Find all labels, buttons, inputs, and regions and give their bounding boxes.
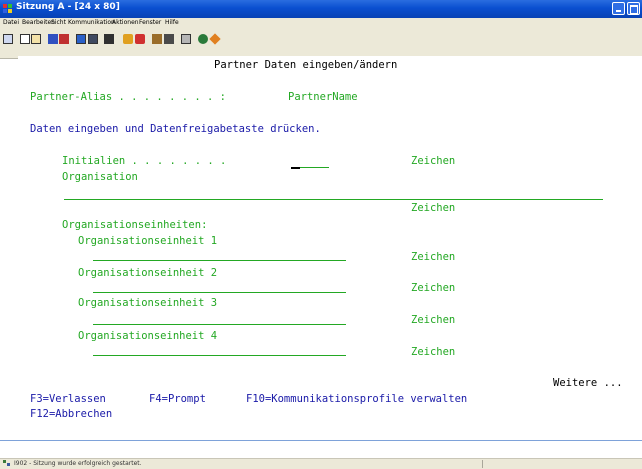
oia-separator: [0, 440, 642, 441]
color-icon[interactable]: [104, 34, 114, 44]
keyboard-icon[interactable]: [88, 34, 98, 44]
alias-value: PartnerName: [288, 91, 358, 103]
minimize-button[interactable]: [612, 2, 625, 15]
initialien-label: Initialien . . . . . . . .: [62, 155, 227, 167]
unit-label-1: Organisationseinheit 1: [78, 235, 218, 247]
title-bar[interactable]: Sitzung A - [24 x 80]: [0, 0, 642, 18]
terminal-screen[interactable]: Partner Daten eingeben/ändern Partner-Al…: [18, 56, 642, 444]
menu-datei[interactable]: Datei: [3, 19, 19, 26]
window-title: Sitzung A - [24 x 80]: [16, 2, 120, 12]
unit-field-4[interactable]: [93, 355, 346, 356]
units-label: Organisationseinheiten:: [62, 219, 208, 231]
macro-play-icon[interactable]: [152, 34, 162, 44]
transfer-icon[interactable]: [164, 34, 174, 44]
fkey-f3[interactable]: F3=Verlassen: [30, 393, 106, 406]
status-divider: [482, 460, 483, 468]
initialien-zeichen: Zeichen: [411, 155, 456, 167]
status-bar: I902 - Sitzung wurde erfolgreich gestart…: [0, 458, 642, 469]
maximize-button[interactable]: [627, 2, 640, 15]
fkey-f4[interactable]: F4=Prompt: [149, 393, 206, 406]
status-message: I902 - Sitzung wurde erfolgreich gestart…: [14, 460, 142, 467]
fkey-f10[interactable]: F10=Kommunikationsprofile verwalten: [246, 393, 467, 406]
unit-field-2[interactable]: [93, 292, 346, 293]
connection-icon: [3, 460, 11, 467]
globe-icon[interactable]: [198, 34, 208, 44]
copy-icon[interactable]: [20, 34, 30, 44]
toolbar: [0, 30, 642, 59]
receive-icon[interactable]: [59, 34, 69, 44]
instruction-text: Daten eingeben und Datenfreigabetaste dr…: [30, 123, 321, 135]
screen-title: Partner Daten eingeben/ändern: [214, 59, 398, 71]
macro-record-icon[interactable]: [123, 34, 133, 44]
print-screen-icon[interactable]: [3, 34, 13, 44]
send-icon[interactable]: [48, 34, 58, 44]
macro-stop-icon[interactable]: [135, 34, 145, 44]
display-icon[interactable]: [76, 34, 86, 44]
paste-icon[interactable]: [31, 34, 41, 44]
alias-label: Partner-Alias . . . . . . . . :: [30, 91, 226, 103]
unit-zeichen-3: Zeichen: [411, 314, 456, 326]
organisation-label: Organisation: [62, 171, 138, 183]
unit-zeichen-2: Zeichen: [411, 282, 456, 294]
minimize-icon: [616, 10, 621, 12]
unit-zeichen-1: Zeichen: [411, 251, 456, 263]
organisation-field[interactable]: [64, 199, 603, 200]
session-icon: [3, 4, 13, 13]
more-indicator: Weitere ...: [553, 377, 623, 389]
unit-field-3[interactable]: [93, 324, 346, 325]
initialien-cursor: [291, 167, 300, 169]
save-icon[interactable]: [181, 34, 191, 44]
fkey-f12[interactable]: F12=Abbrechen: [30, 408, 112, 421]
key-icon[interactable]: [209, 33, 221, 45]
menu-sicht[interactable]: Sicht: [51, 19, 66, 26]
unit-label-3: Organisationseinheit 3: [78, 297, 218, 309]
menu-aktionen[interactable]: Aktionen: [112, 19, 139, 26]
maximize-icon: [630, 5, 638, 14]
unit-zeichen-4: Zeichen: [411, 346, 456, 358]
unit-label-4: Organisationseinheit 4: [78, 330, 218, 342]
menu-hilfe[interactable]: Hilfe: [165, 19, 179, 26]
unit-field-1[interactable]: [93, 260, 346, 261]
menu-kommunikation[interactable]: Kommunikation: [68, 19, 115, 26]
menu-fenster[interactable]: Fenster: [139, 19, 161, 26]
unit-label-2: Organisationseinheit 2: [78, 267, 218, 279]
initialien-field[interactable]: [300, 167, 329, 168]
organisation-zeichen: Zeichen: [411, 202, 456, 214]
menu-bar: Datei Bearbeiten Sicht Kommunikation Akt…: [0, 18, 642, 30]
